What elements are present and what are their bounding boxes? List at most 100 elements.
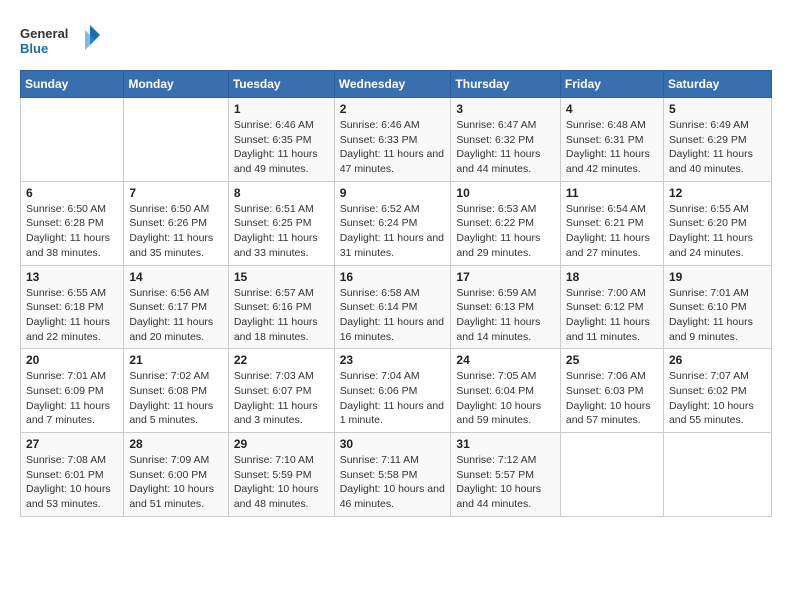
day-number: 11 [566,186,658,200]
day-number: 26 [669,353,766,367]
day-number: 19 [669,270,766,284]
day-number: 22 [234,353,329,367]
day-detail: Sunrise: 7:01 AM Sunset: 6:09 PM Dayligh… [26,369,118,428]
calendar-header-wednesday: Wednesday [334,71,451,98]
day-detail: Sunrise: 6:48 AM Sunset: 6:31 PM Dayligh… [566,118,658,177]
day-number: 7 [129,186,222,200]
day-detail: Sunrise: 6:57 AM Sunset: 6:16 PM Dayligh… [234,286,329,345]
day-number: 28 [129,437,222,451]
day-number: 18 [566,270,658,284]
calendar-header-sunday: Sunday [21,71,124,98]
day-number: 8 [234,186,329,200]
calendar-cell [21,98,124,182]
calendar-cell: 6Sunrise: 6:50 AM Sunset: 6:28 PM Daylig… [21,181,124,265]
day-number: 31 [456,437,555,451]
day-number: 30 [340,437,446,451]
day-number: 9 [340,186,446,200]
day-number: 10 [456,186,555,200]
calendar-table: SundayMondayTuesdayWednesdayThursdayFrid… [20,70,772,517]
day-detail: Sunrise: 6:59 AM Sunset: 6:13 PM Dayligh… [456,286,555,345]
day-number: 6 [26,186,118,200]
day-number: 27 [26,437,118,451]
calendar-cell: 10 Sunrise: 6:53 AM Sunset: 6:22 PM Dayli… [451,181,561,265]
day-number: 21 [129,353,222,367]
day-detail: Sunrise: 6:55 AM Sunset: 6:20 PM Dayligh… [669,202,766,261]
day-detail: Sunrise: 6:56 AM Sunset: 6:17 PM Dayligh… [129,286,222,345]
day-number: 24 [456,353,555,367]
calendar-cell: 28 Sunrise: 7:09 AM Sunset: 6:00 PM Dayli… [124,433,228,517]
calendar-cell: 19 Sunrise: 7:01 AM Sunset: 6:10 PM Dayli… [663,265,771,349]
calendar-header-row: SundayMondayTuesdayWednesdayThursdayFrid… [21,71,772,98]
day-number: 16 [340,270,446,284]
day-detail: Sunrise: 6:50 AM Sunset: 6:26 PM Dayligh… [129,202,222,261]
calendar-cell: 14Sunrise: 6:56 AM Sunset: 6:17 PM Dayli… [124,265,228,349]
calendar-cell: 27 Sunrise: 7:08 AM Sunset: 6:01 PM Dayli… [21,433,124,517]
day-detail: Sunrise: 6:52 AM Sunset: 6:24 PM Dayligh… [340,202,446,261]
calendar-cell: 9 Sunrise: 6:52 AM Sunset: 6:24 PM Daylig… [334,181,451,265]
day-number: 25 [566,353,658,367]
day-number: 2 [340,102,446,116]
day-detail: Sunrise: 6:53 AM Sunset: 6:22 PM Dayligh… [456,202,555,261]
day-detail: Sunrise: 6:51 AM Sunset: 6:25 PM Dayligh… [234,202,329,261]
calendar-cell: 1 Sunrise: 6:46 AM Sunset: 6:35 PM Daylig… [228,98,334,182]
logo: General Blue [20,20,100,60]
calendar-cell: 30 Sunrise: 7:11 AM Sunset: 5:58 PM Dayli… [334,433,451,517]
calendar-cell: 26 Sunrise: 7:07 AM Sunset: 6:02 PM Dayli… [663,349,771,433]
day-number: 1 [234,102,329,116]
calendar-cell [124,98,228,182]
day-number: 29 [234,437,329,451]
calendar-cell [663,433,771,517]
calendar-cell: 5Sunrise: 6:49 AM Sunset: 6:29 PM Daylig… [663,98,771,182]
calendar-header-monday: Monday [124,71,228,98]
calendar-cell: 4 Sunrise: 6:48 AM Sunset: 6:31 PM Daylig… [560,98,663,182]
svg-text:Blue: Blue [20,41,48,56]
day-number: 5 [669,102,766,116]
calendar-cell: 25 Sunrise: 7:06 AM Sunset: 6:03 PM Dayli… [560,349,663,433]
day-detail: Sunrise: 7:06 AM Sunset: 6:03 PM Dayligh… [566,369,658,428]
calendar-week-row: 13 Sunrise: 6:55 AM Sunset: 6:18 PM Dayli… [21,265,772,349]
calendar-header-saturday: Saturday [663,71,771,98]
day-detail: Sunrise: 7:11 AM Sunset: 5:58 PM Dayligh… [340,453,446,512]
calendar-cell: 24 Sunrise: 7:05 AM Sunset: 6:04 PM Dayli… [451,349,561,433]
calendar-cell: 11Sunrise: 6:54 AM Sunset: 6:21 PM Dayli… [560,181,663,265]
day-detail: Sunrise: 7:01 AM Sunset: 6:10 PM Dayligh… [669,286,766,345]
day-detail: Sunrise: 6:47 AM Sunset: 6:32 PM Dayligh… [456,118,555,177]
calendar-cell: 2Sunrise: 6:46 AM Sunset: 6:33 PM Daylig… [334,98,451,182]
calendar-header-thursday: Thursday [451,71,561,98]
day-detail: Sunrise: 7:07 AM Sunset: 6:02 PM Dayligh… [669,369,766,428]
day-detail: Sunrise: 7:09 AM Sunset: 6:00 PM Dayligh… [129,453,222,512]
day-number: 13 [26,270,118,284]
calendar-cell: 12 Sunrise: 6:55 AM Sunset: 6:20 PM Dayli… [663,181,771,265]
calendar-cell: 20 Sunrise: 7:01 AM Sunset: 6:09 PM Dayli… [21,349,124,433]
day-number: 15 [234,270,329,284]
calendar-cell [560,433,663,517]
calendar-week-row: 6Sunrise: 6:50 AM Sunset: 6:28 PM Daylig… [21,181,772,265]
page-header: General Blue [20,20,772,60]
calendar-cell: 17 Sunrise: 6:59 AM Sunset: 6:13 PM Dayli… [451,265,561,349]
day-number: 20 [26,353,118,367]
day-detail: Sunrise: 6:58 AM Sunset: 6:14 PM Dayligh… [340,286,446,345]
calendar-cell: 23 Sunrise: 7:04 AM Sunset: 6:06 PM Dayli… [334,349,451,433]
day-detail: Sunrise: 6:46 AM Sunset: 6:35 PM Dayligh… [234,118,329,177]
day-number: 23 [340,353,446,367]
calendar-cell: 22 Sunrise: 7:03 AM Sunset: 6:07 PM Dayli… [228,349,334,433]
day-number: 3 [456,102,555,116]
day-detail: Sunrise: 7:08 AM Sunset: 6:01 PM Dayligh… [26,453,118,512]
day-number: 12 [669,186,766,200]
calendar-cell: 7 Sunrise: 6:50 AM Sunset: 6:26 PM Daylig… [124,181,228,265]
day-detail: Sunrise: 7:03 AM Sunset: 6:07 PM Dayligh… [234,369,329,428]
calendar-cell: 15 Sunrise: 6:57 AM Sunset: 6:16 PM Dayli… [228,265,334,349]
calendar-week-row: 20 Sunrise: 7:01 AM Sunset: 6:09 PM Dayli… [21,349,772,433]
day-detail: Sunrise: 7:04 AM Sunset: 6:06 PM Dayligh… [340,369,446,428]
calendar-cell: 3 Sunrise: 6:47 AM Sunset: 6:32 PM Daylig… [451,98,561,182]
day-number: 4 [566,102,658,116]
calendar-cell: 31 Sunrise: 7:12 AM Sunset: 5:57 PM Dayli… [451,433,561,517]
calendar-cell: 8 Sunrise: 6:51 AM Sunset: 6:25 PM Daylig… [228,181,334,265]
day-detail: Sunrise: 7:00 AM Sunset: 6:12 PM Dayligh… [566,286,658,345]
day-detail: Sunrise: 7:02 AM Sunset: 6:08 PM Dayligh… [129,369,222,428]
day-number: 17 [456,270,555,284]
day-detail: Sunrise: 6:55 AM Sunset: 6:18 PM Dayligh… [26,286,118,345]
day-detail: Sunrise: 7:05 AM Sunset: 6:04 PM Dayligh… [456,369,555,428]
svg-text:General: General [20,26,68,41]
day-detail: Sunrise: 7:12 AM Sunset: 5:57 PM Dayligh… [456,453,555,512]
